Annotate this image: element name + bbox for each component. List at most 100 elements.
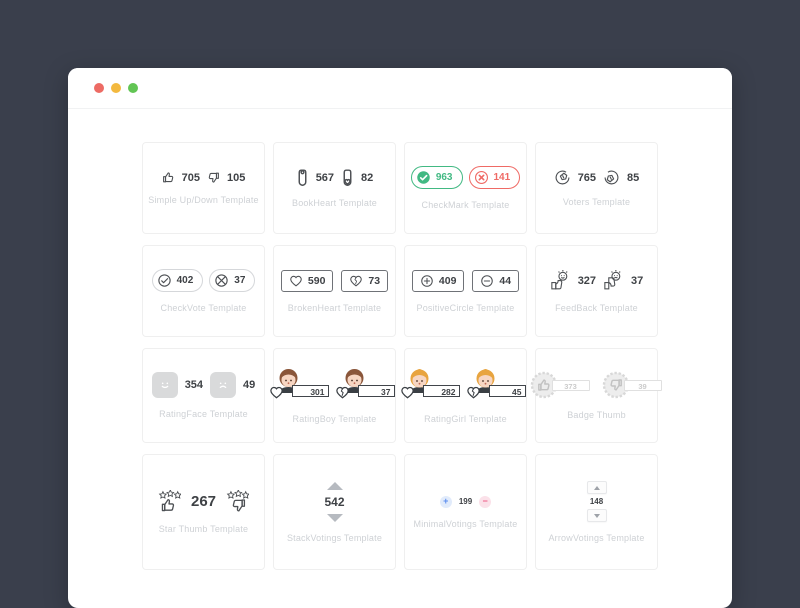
downvote-button[interactable]	[207, 171, 220, 184]
sad-face-button[interactable]	[210, 372, 237, 398]
upvote-count: 765	[577, 171, 597, 184]
plus-upvote-button[interactable]: 409	[411, 269, 465, 292]
happy-feedback-button[interactable]	[549, 269, 571, 292]
card-label: StackVotings Template	[286, 532, 383, 543]
card-simple-updown: 705 105 Simple Up/Down Template	[142, 142, 265, 234]
heart-icon	[290, 275, 302, 286]
upvote-count: 705	[181, 171, 200, 184]
card-label: RatingBoy Template	[292, 413, 377, 424]
card-label: Star Thumb Template	[158, 524, 249, 534]
boy-like-button[interactable]: 301	[269, 368, 333, 403]
minus-downvote-button[interactable]: 44	[472, 269, 520, 292]
star-thumb-up-icon	[159, 490, 181, 512]
cross-downvote-button[interactable]: 141	[468, 166, 521, 189]
card-ratingboy: 301 37 RatingBoy Template	[269, 348, 399, 443]
card-label: CheckVote Template	[160, 303, 247, 313]
arrow-upvote-button[interactable]	[586, 481, 607, 494]
vote-hand-up-icon	[555, 170, 570, 185]
card-label: BrokenHeart Template	[287, 302, 382, 313]
card-label: RatingGirl Template	[424, 413, 507, 424]
downvote-count: 73	[368, 274, 381, 287]
upvote-button[interactable]	[161, 171, 175, 184]
card-stackvotings: 542 StackVotings Template	[273, 454, 396, 570]
arrow-downvote-button[interactable]	[586, 509, 607, 522]
arrow-vote-count: 148	[589, 497, 604, 506]
card-feedback: 327 37 FeedBack Template	[535, 245, 658, 337]
downvote-count: 49	[243, 379, 256, 391]
positive-feedback-count: 327	[577, 274, 597, 287]
voter-upvote-button[interactable]	[553, 169, 571, 186]
card-label: Badge Thumb	[567, 410, 626, 420]
close-window-button[interactable]	[94, 83, 104, 93]
downvote-count: 85	[627, 171, 640, 184]
card-label: CheckMark Template	[421, 200, 510, 210]
broken-heart-icon	[350, 275, 363, 286]
book-heart-icon	[343, 169, 352, 186]
like-count-bar: 282	[422, 384, 460, 397]
downvote-count: 141	[493, 172, 511, 183]
star-thumb-down-button[interactable]	[226, 490, 250, 513]
thumb-up-icon	[162, 172, 173, 183]
book-icon	[298, 169, 307, 186]
card-label: Voters Template	[562, 197, 631, 207]
check-circle-icon	[417, 171, 430, 184]
book-upvote-button[interactable]	[295, 168, 309, 187]
voter-downvote-button[interactable]	[603, 169, 621, 186]
star-thumb-down-icon	[227, 490, 250, 512]
badge-up-count: 373	[551, 380, 590, 391]
broken-heart-downvote-button[interactable]: 73	[341, 269, 389, 292]
heart-icon	[269, 386, 283, 398]
upvote-count: 963	[435, 172, 453, 183]
upvote-count: 567	[315, 171, 335, 184]
stack-vote-count: 542	[324, 494, 345, 509]
maximize-window-button[interactable]	[128, 83, 138, 93]
stack-downvote-arrow[interactable]	[326, 513, 343, 522]
downvote-count: 44	[499, 274, 512, 287]
down-arrow-icon	[593, 513, 600, 518]
plus-circle-icon	[421, 274, 433, 287]
card-label: PositiveCircle Template	[416, 302, 515, 313]
minimal-minus-button[interactable]: −	[479, 495, 492, 508]
badge-down-count: 39	[623, 380, 662, 391]
card-starthumb: 267 Star Thumb Template	[142, 454, 265, 570]
card-ratingface: 354 49 RatingFace Template	[142, 348, 265, 443]
upvote-count: 354	[184, 379, 204, 391]
happy-face-icon	[161, 382, 169, 389]
boy-dislike-button[interactable]: 37	[335, 368, 399, 403]
badge-upvote-button[interactable]: 373	[530, 371, 592, 399]
dislike-count-bar: 37	[357, 384, 395, 397]
girl-dislike-button[interactable]: 45	[466, 368, 530, 403]
template-grid: 705 105 Simple Up/Down Template 567 82 B…	[142, 142, 662, 570]
book-downvote-button[interactable]	[341, 168, 355, 187]
happy-face-button[interactable]	[151, 372, 178, 398]
card-voters: 765 85 Voters Template	[535, 142, 658, 234]
minimal-plus-button[interactable]: +	[439, 495, 452, 508]
card-positivecircle: 409 44 PositiveCircle Template	[404, 245, 527, 337]
window-titlebar	[68, 68, 732, 109]
browser-window: 705 105 Simple Up/Down Template 567 82 B…	[68, 68, 732, 608]
minimal-vote-count: 199	[458, 497, 473, 506]
sad-feedback-button[interactable]	[603, 269, 625, 292]
star-thumb-up-button[interactable]	[157, 490, 181, 513]
card-label: FeedBack Template	[555, 302, 638, 313]
downvote-count: 82	[361, 171, 374, 184]
girl-like-button[interactable]: 282	[400, 368, 464, 403]
upvote-count: 409	[438, 274, 457, 287]
heart-upvote-button[interactable]: 590	[280, 269, 334, 292]
minus-circle-icon	[481, 274, 494, 287]
cross-downvote-button[interactable]: 37	[209, 269, 256, 292]
card-checkmark: 963 141 CheckMark Template	[404, 142, 527, 234]
card-bookheart: 567 82 BookHeart Template	[273, 142, 396, 234]
minimize-window-button[interactable]	[111, 83, 121, 93]
like-count-bar: 301	[291, 384, 329, 397]
check-upvote-button[interactable]: 402	[151, 269, 204, 292]
card-ratinggirl: 282 45 RatingGirl Template	[400, 348, 530, 443]
upvote-count: 590	[307, 274, 326, 287]
stack-upvote-arrow[interactable]	[326, 481, 343, 490]
card-minimalvotings: + 199 − MinimalVotings Template	[404, 454, 527, 570]
thumb-down-icon	[208, 172, 219, 183]
card-label: BookHeart Template	[292, 198, 377, 208]
check-upvote-button[interactable]: 963	[410, 166, 463, 189]
badge-downvote-button[interactable]: 39	[602, 371, 664, 399]
star-thumb-count: 267	[190, 493, 217, 510]
